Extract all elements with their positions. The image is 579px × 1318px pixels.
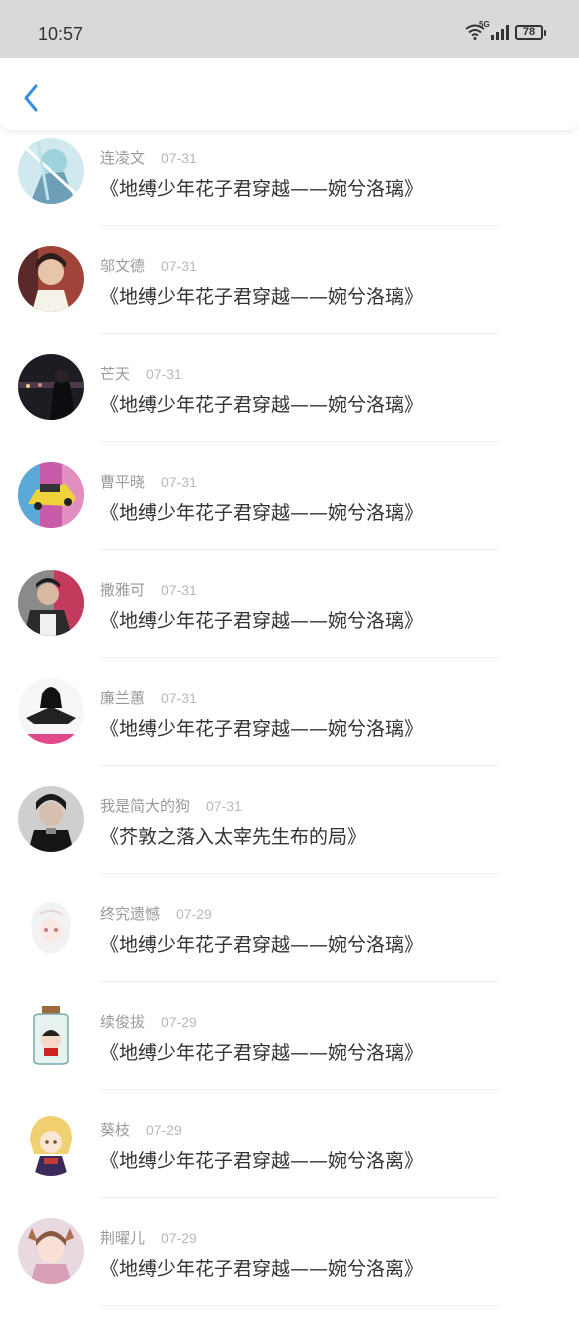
signal-icon: 5G <box>479 20 509 40</box>
user-name[interactable]: 我是简大的狗 <box>100 797 190 815</box>
user-name[interactable]: 荆曜儿 <box>100 1229 145 1247</box>
avatar[interactable] <box>18 354 84 420</box>
battery-icon: 78 <box>515 24 546 40</box>
item-title[interactable]: 《芥敦之落入太宰先生布的局》 <box>100 822 366 849</box>
back-button[interactable] <box>16 78 48 118</box>
list-item[interactable]: 邬文德 07-31 《地缚少年花子君穿越——婉兮洛璃》 <box>0 238 579 346</box>
list-item[interactable]: 廉兰蕙 07-31 《地缚少年花子君穿越——婉兮洛璃》 <box>0 670 579 778</box>
status-icons: 5G 78 <box>465 20 546 40</box>
status-bar: 10:57 5G 78 <box>0 0 579 58</box>
status-time: 10:57 <box>38 24 84 44</box>
nav-bar <box>0 58 579 130</box>
divider <box>100 1305 499 1306</box>
item-meta: 我是简大的狗 07-31 <box>100 795 242 816</box>
item-date: 07-31 <box>161 258 197 274</box>
list-item[interactable]: 芒天 07-31 《地缚少年花子君穿越——婉兮洛璃》 <box>0 346 579 454</box>
avatar[interactable] <box>18 1002 84 1068</box>
item-meta: 终究遗憾 07-29 <box>100 903 212 924</box>
avatar[interactable] <box>18 570 84 636</box>
item-title[interactable]: 《地缚少年花子君穿越——婉兮洛璃》 <box>100 714 423 741</box>
item-meta: 邬文德 07-31 <box>100 255 197 276</box>
network-type: 5G <box>479 20 490 29</box>
user-name[interactable]: 曹平晓 <box>100 473 145 491</box>
divider <box>100 225 499 226</box>
item-title[interactable]: 《地缚少年花子君穿越——婉兮洛璃》 <box>100 498 423 525</box>
item-date: 07-31 <box>161 150 197 166</box>
list-item[interactable]: 续俊拔 07-29 《地缚少年花子君穿越——婉兮洛璃》 <box>0 994 579 1102</box>
list-item[interactable]: 我是简大的狗 07-31 《芥敦之落入太宰先生布的局》 <box>0 778 579 886</box>
divider <box>100 873 499 874</box>
item-title[interactable]: 《地缚少年花子君穿越——婉兮洛璃》 <box>100 282 423 309</box>
item-title[interactable]: 《地缚少年花子君穿越——婉兮洛璃》 <box>100 606 423 633</box>
user-name[interactable]: 芒天 <box>100 365 130 383</box>
user-name[interactable]: 终究遗憾 <box>100 905 160 923</box>
avatar[interactable] <box>18 894 84 960</box>
item-title[interactable]: 《地缚少年花子君穿越——婉兮洛璃》 <box>100 174 423 201</box>
user-name[interactable]: 葵枝 <box>100 1121 130 1139</box>
item-date: 07-31 <box>161 582 197 598</box>
battery-level: 78 <box>522 26 536 38</box>
user-name[interactable]: 廉兰蕙 <box>100 689 145 707</box>
avatar[interactable] <box>18 786 84 852</box>
divider <box>100 1089 499 1090</box>
item-meta: 廉兰蕙 07-31 <box>100 687 197 708</box>
item-date: 07-29 <box>161 1014 197 1030</box>
avatar[interactable] <box>18 462 84 528</box>
item-meta: 连凌文 07-31 <box>100 147 197 168</box>
list-item[interactable]: 撒雅可 07-31 《地缚少年花子君穿越——婉兮洛璃》 <box>0 562 579 670</box>
message-list: 连凌文 07-31 《地缚少年花子君穿越——婉兮洛璃》 邬文德 07-31 《地缚少年花子… <box>0 130 579 1318</box>
list-item[interactable]: 连凌文 07-31 《地缚少年花子君穿越——婉兮洛璃》 <box>0 130 579 238</box>
item-date: 07-29 <box>146 1122 182 1138</box>
item-meta: 葵枝 07-29 <box>100 1119 182 1140</box>
item-meta: 荆曜儿 07-29 <box>100 1227 197 1248</box>
divider <box>100 549 499 550</box>
item-date: 07-31 <box>206 798 242 814</box>
list-item[interactable]: 荆曜儿 07-29 《地缚少年花子君穿越——婉兮洛离》 <box>0 1210 579 1318</box>
chevron-left-icon <box>24 84 38 112</box>
item-date: 07-31 <box>146 366 182 382</box>
avatar[interactable] <box>18 1218 84 1284</box>
user-name[interactable]: 邬文德 <box>100 257 145 275</box>
item-meta: 撒雅可 07-31 <box>100 579 197 600</box>
item-title[interactable]: 《地缚少年花子君穿越——婉兮洛璃》 <box>100 930 423 957</box>
item-date: 07-31 <box>161 690 197 706</box>
item-title[interactable]: 《地缚少年花子君穿越——婉兮洛离》 <box>100 1254 423 1281</box>
item-meta: 曹平晓 07-31 <box>100 471 197 492</box>
item-title[interactable]: 《地缚少年花子君穿越——婉兮洛离》 <box>100 1146 423 1173</box>
divider <box>100 765 499 766</box>
user-name[interactable]: 连凌文 <box>100 149 145 167</box>
avatar[interactable] <box>18 138 84 204</box>
divider <box>100 441 499 442</box>
avatar[interactable] <box>18 1110 84 1176</box>
item-meta: 续俊拔 07-29 <box>100 1011 197 1032</box>
list-item[interactable]: 曹平晓 07-31 《地缚少年花子君穿越——婉兮洛璃》 <box>0 454 579 562</box>
user-name[interactable]: 续俊拔 <box>100 1013 145 1031</box>
item-title[interactable]: 《地缚少年花子君穿越——婉兮洛璃》 <box>100 1038 423 1065</box>
item-date: 07-29 <box>176 906 212 922</box>
user-name[interactable]: 撒雅可 <box>100 581 145 599</box>
divider <box>100 657 499 658</box>
item-meta: 芒天 07-31 <box>100 363 182 384</box>
item-date: 07-29 <box>161 1230 197 1246</box>
item-date: 07-31 <box>161 474 197 490</box>
list-item[interactable]: 终究遗憾 07-29 《地缚少年花子君穿越——婉兮洛璃》 <box>0 886 579 994</box>
avatar[interactable] <box>18 246 84 312</box>
list-item[interactable]: 葵枝 07-29 《地缚少年花子君穿越——婉兮洛离》 <box>0 1102 579 1210</box>
divider <box>100 981 499 982</box>
avatar[interactable] <box>18 678 84 744</box>
item-title[interactable]: 《地缚少年花子君穿越——婉兮洛璃》 <box>100 390 423 417</box>
divider <box>100 1197 499 1198</box>
divider <box>100 333 499 334</box>
